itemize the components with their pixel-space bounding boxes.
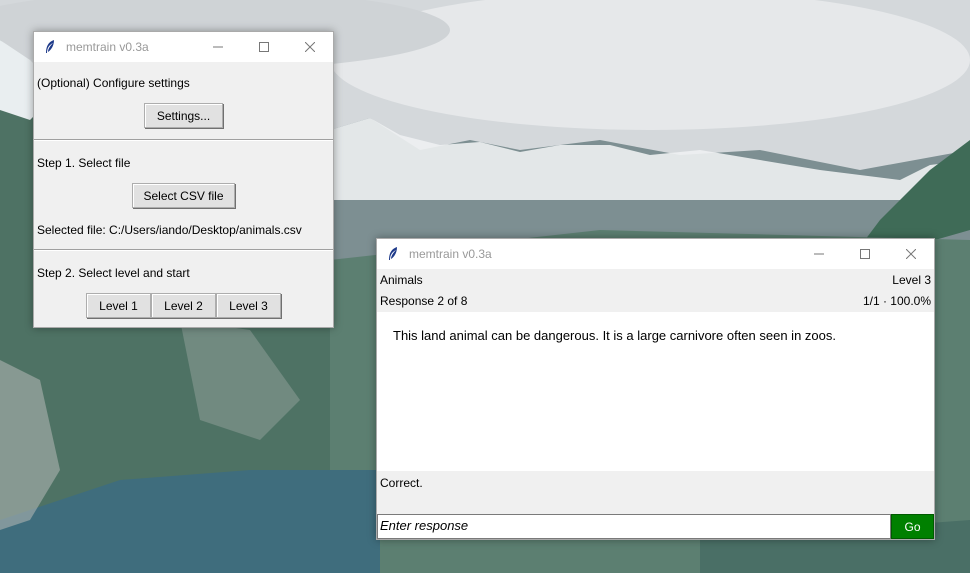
level-label: Level 3 <box>892 273 931 287</box>
close-icon <box>305 42 315 52</box>
feedback-area: Correct. <box>377 471 934 514</box>
go-button[interactable]: Go <box>891 514 934 539</box>
maximize-button[interactable] <box>241 32 287 62</box>
level-2-button[interactable]: Level 2 <box>151 293 216 318</box>
feedback-text: Correct. <box>380 476 423 490</box>
feather-icon <box>389 247 397 260</box>
selected-file-label: Selected file: C:/Users/iando/Desktop/an… <box>37 223 302 237</box>
select-csv-button[interactable]: Select CSV file <box>132 183 235 208</box>
minimize-icon <box>814 253 824 255</box>
step1-label: Step 1. Select file <box>37 156 131 170</box>
close-button[interactable] <box>888 239 934 269</box>
divider <box>34 249 333 251</box>
settings-button[interactable]: Settings... <box>144 103 223 128</box>
minimize-icon <box>213 46 223 48</box>
divider <box>34 139 333 141</box>
settings-window: memtrain v0.3a (Optional) Configure sett… <box>33 31 334 328</box>
window-title: memtrain v0.3a <box>409 247 492 261</box>
response-input[interactable]: Enter response <box>377 514 891 539</box>
trainer-titlebar[interactable]: memtrain v0.3a <box>377 239 934 269</box>
maximize-button[interactable] <box>842 239 888 269</box>
maximize-icon <box>259 42 269 52</box>
info-bar: Animals Level 3 Response 2 of 8 1/1 · 10… <box>377 269 934 312</box>
configure-settings-label: (Optional) Configure settings <box>37 76 190 90</box>
close-button[interactable] <box>287 32 333 62</box>
step2-label: Step 2. Select level and start <box>37 266 190 280</box>
score-label: 1/1 · 100.0% <box>862 294 931 308</box>
close-icon <box>906 249 916 259</box>
feather-icon <box>46 40 54 53</box>
category-label: Animals <box>380 273 423 287</box>
settings-titlebar[interactable]: memtrain v0.3a <box>34 32 333 62</box>
prompt-text: This land animal can be dangerous. It is… <box>393 328 836 343</box>
trainer-window: memtrain v0.3a Animals Level 3 Response … <box>376 238 935 540</box>
minimize-button[interactable] <box>796 239 842 269</box>
maximize-icon <box>860 249 870 259</box>
window-title: memtrain v0.3a <box>66 40 149 54</box>
level-3-button[interactable]: Level 3 <box>216 293 281 318</box>
prompt-area: This land animal can be dangerous. It is… <box>377 312 934 471</box>
response-counter: Response 2 of 8 <box>380 294 468 308</box>
level-1-button[interactable]: Level 1 <box>86 293 151 318</box>
minimize-button[interactable] <box>195 32 241 62</box>
